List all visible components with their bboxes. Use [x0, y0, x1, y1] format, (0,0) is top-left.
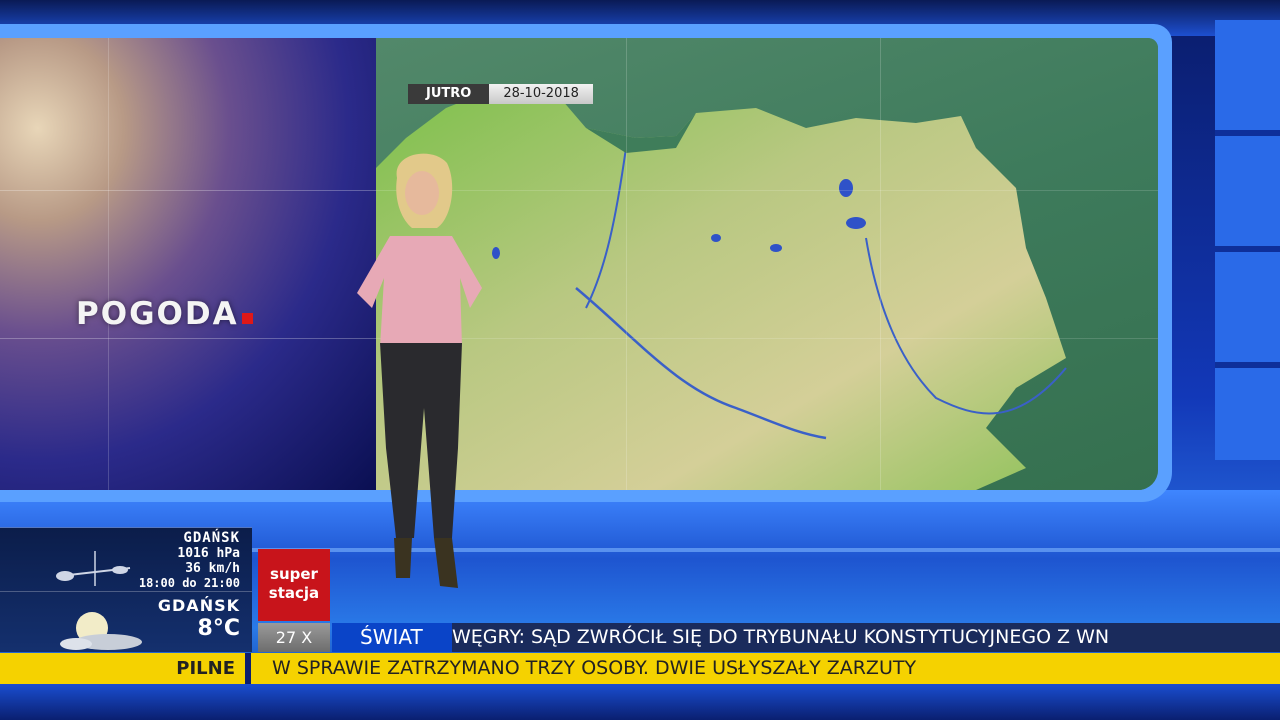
- presenter-face: [405, 171, 439, 215]
- news-ticker: ŚWIAT WĘGRY: SĄD ZWRÓCIŁ SIĘ DO TRYBUNAŁ…: [332, 623, 1280, 652]
- presenter-shoe: [434, 538, 458, 588]
- lake: [846, 217, 866, 229]
- lake: [711, 234, 721, 242]
- forecast-date-value: 28-10-2018: [489, 84, 593, 104]
- forecast-city: GDAŃSK: [183, 530, 240, 546]
- presenter-shoe: [394, 538, 412, 578]
- forecast-day-label: JUTRO: [408, 84, 490, 104]
- relief-map: [376, 88, 1067, 490]
- lake: [770, 244, 782, 252]
- weather-screen: [0, 38, 1158, 490]
- lake: [492, 247, 500, 259]
- wind-icon: [56, 551, 131, 586]
- pressure-value: 1016 hPa: [177, 546, 240, 561]
- presenter: [357, 153, 482, 588]
- time-range: 18:00 do 21:00: [138, 576, 240, 590]
- bottom-band: [0, 684, 1280, 720]
- grid-line: [880, 38, 881, 490]
- satellite-pane: [0, 38, 376, 490]
- program-title: POGODA: [76, 296, 253, 332]
- current-temperature: 8°C: [197, 616, 240, 641]
- grid-line: [108, 38, 109, 490]
- weather-box: GDAŃSK 1016 hPa 36 km/h 18:00 do 21:00 G…: [0, 527, 252, 652]
- date-chip: 27 X: [258, 623, 330, 652]
- presenter-shirt: [357, 236, 482, 348]
- presenter-jeans: [380, 343, 462, 538]
- ticker-category: ŚWIAT: [332, 623, 452, 652]
- grid-line: [626, 38, 627, 490]
- program-title-text: POGODA: [76, 296, 239, 332]
- title-dot: [241, 313, 253, 324]
- logo-line-1: super: [270, 565, 318, 583]
- logo-line-2: stacja: [268, 584, 320, 602]
- channel-logo: super stacja: [258, 549, 330, 621]
- lake: [839, 179, 853, 197]
- grid-line: [0, 190, 1158, 191]
- grid-line: [0, 338, 1158, 339]
- partly-cloudy-night-icon: [60, 612, 142, 650]
- studio-right-wall: [1215, 20, 1280, 460]
- ticker-text: WĘGRY: SĄD ZWRÓCIŁ SIĘ DO TRYBUNAŁU KONS…: [452, 623, 1280, 652]
- forecast-date-tag: JUTRO 28-10-2018: [408, 84, 593, 104]
- wind-value: 36 km/h: [185, 561, 240, 576]
- breaking-label: PILNE: [0, 653, 251, 684]
- map-pane: [376, 38, 1158, 490]
- current-city: GDAŃSK: [157, 596, 240, 615]
- breaking-text: W SPRAWIE ZATRZYMANO TRZY OSOBY. DWIE US…: [272, 657, 917, 679]
- weather-box-divider: [0, 591, 252, 592]
